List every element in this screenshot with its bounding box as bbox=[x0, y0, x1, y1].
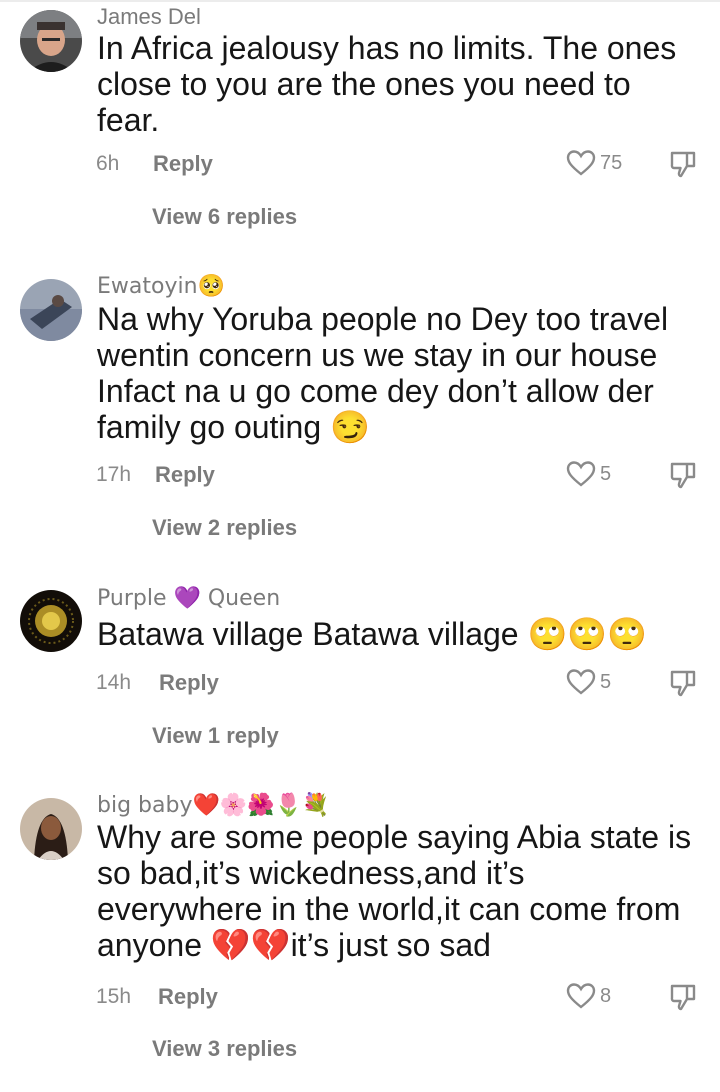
comment-username[interactable]: James Del bbox=[97, 4, 201, 30]
like-button[interactable]: 5 bbox=[566, 459, 611, 489]
like-count: 5 bbox=[600, 670, 612, 693]
comment-text: Na why Yoruba people no Dey too travel w… bbox=[97, 301, 669, 445]
reply-button[interactable]: Reply bbox=[155, 462, 215, 488]
avatar[interactable] bbox=[20, 798, 82, 860]
like-count: 5 bbox=[600, 462, 612, 485]
comment-username[interactable]: Purple 💜 Queen bbox=[97, 585, 280, 612]
comment-username[interactable]: Ewatoyin🥺 bbox=[97, 273, 225, 300]
heart-outline-icon bbox=[566, 150, 596, 176]
dislike-button[interactable] bbox=[668, 149, 698, 184]
reply-button[interactable]: Reply bbox=[158, 984, 218, 1010]
thumbs-down-outline-icon bbox=[670, 151, 696, 178]
view-replies-button[interactable]: View 6 replies bbox=[152, 204, 297, 230]
like-button[interactable]: 5 bbox=[566, 667, 611, 697]
comment-time: 15h bbox=[96, 985, 132, 1008]
comment-text: Batawa village Batawa village 🙄🙄🙄 bbox=[97, 616, 647, 652]
thumbs-down-outline-icon bbox=[670, 670, 696, 697]
comment-text: Why are some people saying Abia state is… bbox=[97, 819, 692, 963]
top-divider bbox=[0, 0, 720, 2]
thumbs-down-outline-icon bbox=[670, 462, 696, 489]
comment-text: In Africa jealousy has no limits. The on… bbox=[97, 30, 677, 138]
dislike-button[interactable] bbox=[668, 668, 698, 703]
view-replies-button[interactable]: View 1 reply bbox=[152, 723, 279, 749]
like-button[interactable]: 8 bbox=[566, 981, 611, 1011]
comment-time: 14h bbox=[96, 671, 132, 694]
dislike-button[interactable] bbox=[668, 460, 698, 495]
heart-outline-icon bbox=[566, 461, 596, 487]
avatar[interactable] bbox=[20, 590, 82, 652]
like-count: 8 bbox=[600, 984, 612, 1007]
view-replies-button[interactable]: View 3 replies bbox=[152, 1036, 297, 1062]
thumbs-down-outline-icon bbox=[670, 984, 696, 1011]
heart-outline-icon bbox=[566, 669, 596, 695]
dislike-button[interactable] bbox=[668, 982, 698, 1017]
avatar[interactable] bbox=[20, 279, 82, 341]
view-replies-button[interactable]: View 2 replies bbox=[152, 515, 297, 541]
comment-time: 17h bbox=[96, 463, 132, 486]
comment-time: 6h bbox=[96, 152, 120, 175]
heart-outline-icon bbox=[566, 983, 596, 1009]
comment-username[interactable]: big baby❤️🌸🌺🌷💐 bbox=[97, 792, 329, 819]
reply-button[interactable]: Reply bbox=[159, 670, 219, 696]
like-button[interactable]: 75 bbox=[566, 148, 622, 178]
reply-button[interactable]: Reply bbox=[153, 151, 213, 177]
avatar[interactable] bbox=[20, 10, 82, 72]
like-count: 75 bbox=[600, 151, 623, 174]
